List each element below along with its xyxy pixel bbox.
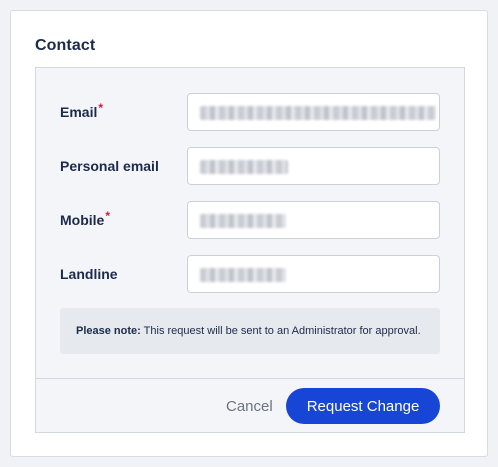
email-label: Email* — [60, 101, 104, 120]
redacted-value — [200, 267, 286, 282]
approval-note: Please note: This request will be sent t… — [60, 308, 440, 354]
email-field[interactable] — [187, 93, 440, 131]
redacted-value — [200, 105, 436, 120]
note-text: This request will be sent to an Administ… — [140, 325, 421, 337]
landline-label: Landline — [60, 266, 118, 282]
required-marker: * — [98, 101, 104, 115]
redacted-value — [200, 213, 286, 228]
redacted-value — [200, 159, 288, 174]
mobile-row: Mobile* — [36, 201, 464, 239]
landline-row: Landline — [36, 255, 464, 293]
note-prefix: Please note: — [76, 325, 141, 337]
landline-field[interactable] — [187, 255, 440, 293]
mobile-field[interactable] — [187, 201, 440, 239]
footer-divider — [36, 378, 464, 379]
personal-email-row: Personal email — [36, 147, 464, 185]
contact-form-panel: Email* Personal email Mobile* Landline P… — [35, 67, 465, 433]
cancel-button[interactable]: Cancel — [226, 395, 273, 417]
personal-email-field[interactable] — [187, 147, 440, 185]
section-title: Contact — [35, 37, 96, 54]
email-row: Email* — [36, 93, 464, 131]
personal-email-label: Personal email — [60, 158, 159, 174]
contact-card: Contact Email* Personal email Mobile* La… — [10, 10, 488, 457]
mobile-label: Mobile* — [60, 209, 111, 228]
request-change-button[interactable]: Request Change — [286, 388, 440, 424]
required-marker: * — [105, 209, 111, 223]
